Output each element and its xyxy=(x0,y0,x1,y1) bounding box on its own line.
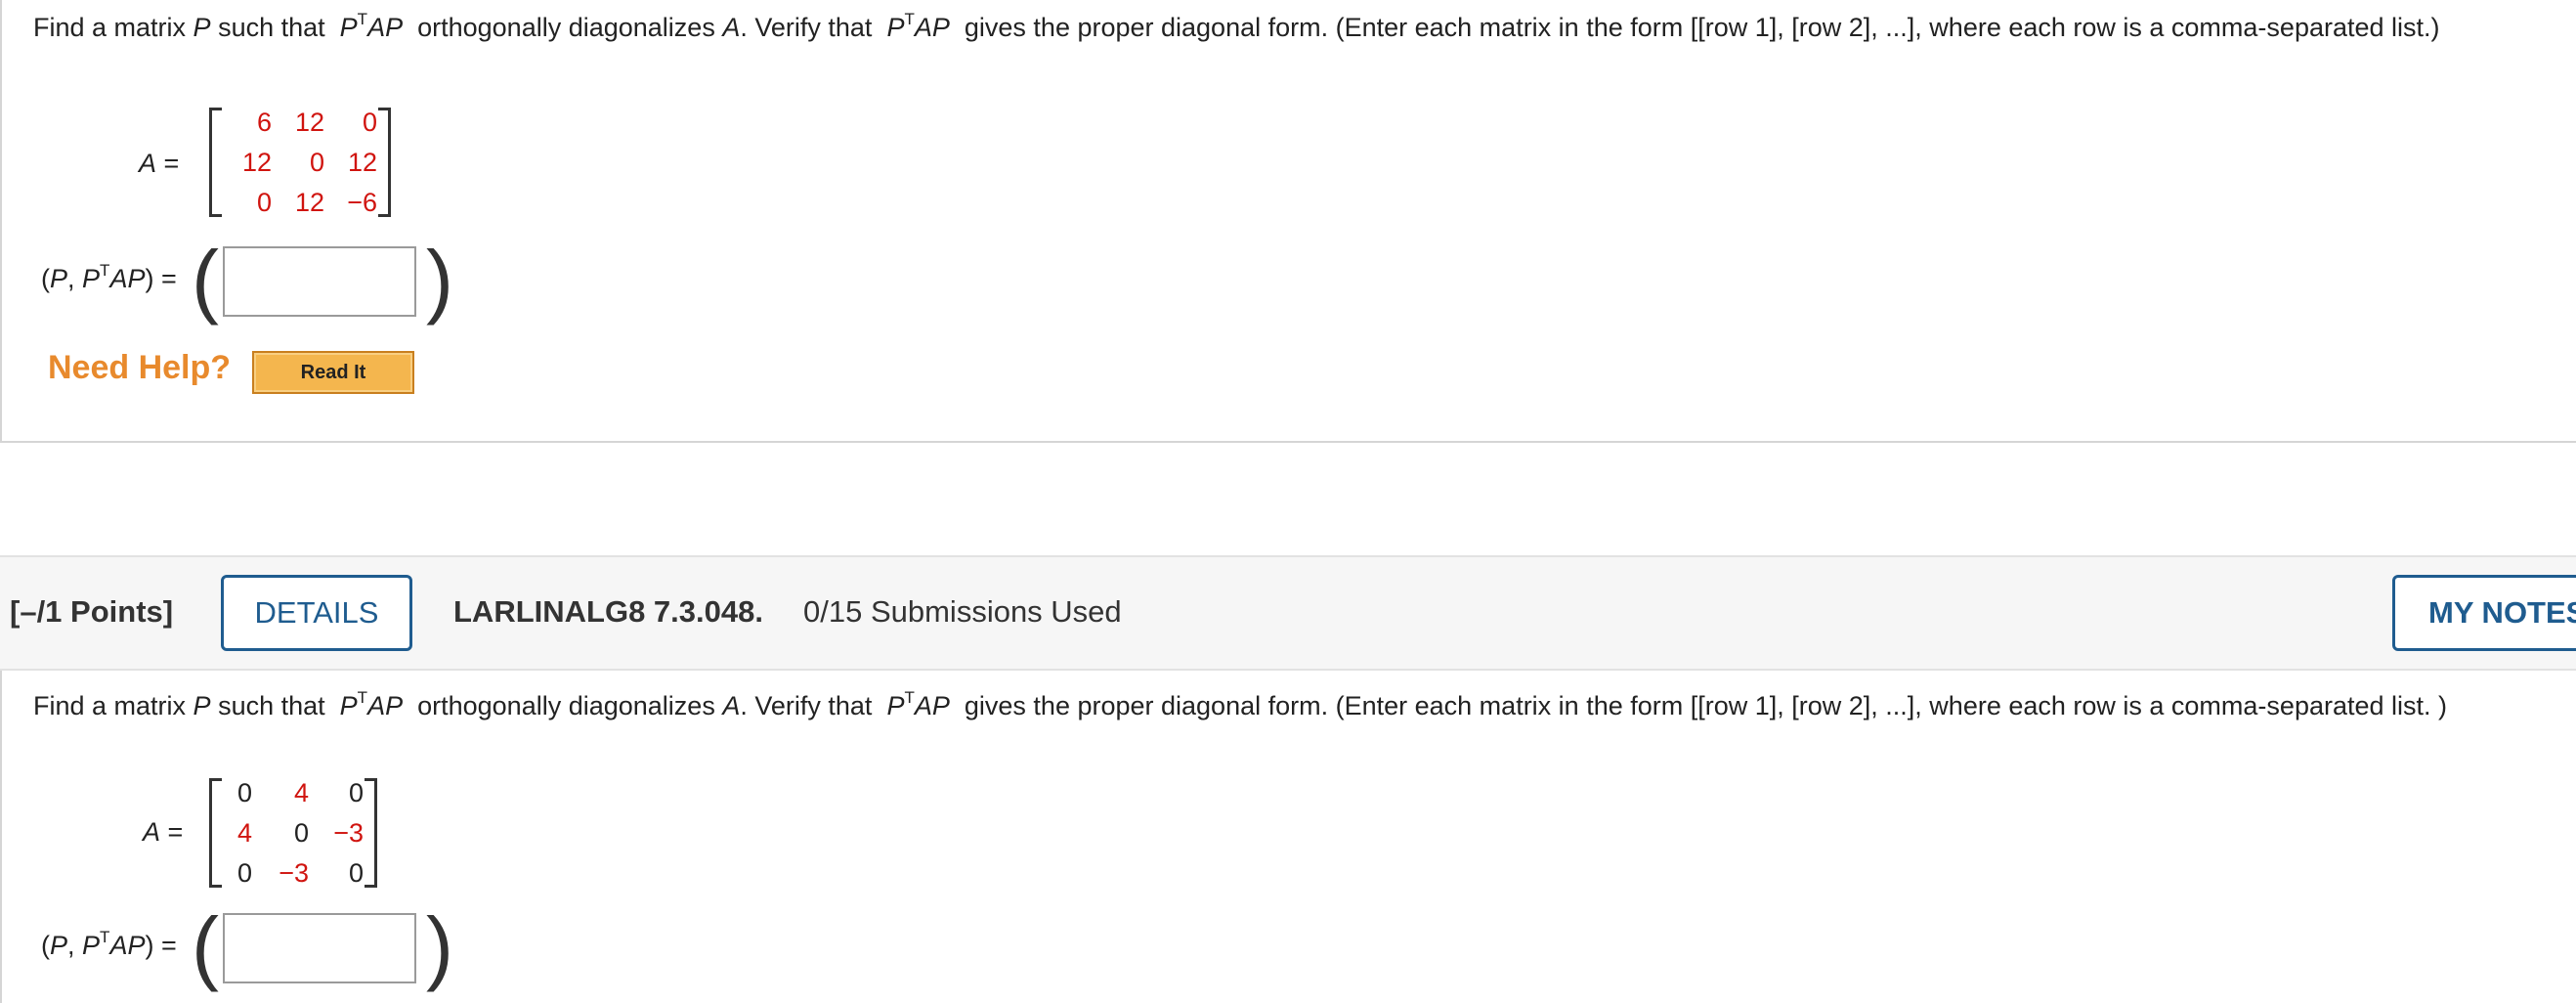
matrix-cell: −6 xyxy=(347,188,377,217)
matrix-a: 0 4 0 4 0 −3 0 −3 0 xyxy=(209,778,377,888)
answer-label: (P, PTAP) = xyxy=(41,261,177,293)
matrix-cell: 12 xyxy=(347,148,377,177)
question-1-prompt: Find a matrix P such that PTAP orthogona… xyxy=(33,10,2440,42)
my-notes-button[interactable]: MY NOTES xyxy=(2392,575,2576,651)
matrix-cell: 4 xyxy=(293,778,309,807)
answer-input[interactable] xyxy=(223,246,416,317)
question-1-panel: Find a matrix P such that PTAP orthogona… xyxy=(0,0,2576,443)
matrix-cell: 0 xyxy=(236,858,252,888)
matrix-cell: 12 xyxy=(294,108,324,137)
matrix-cell: 0 xyxy=(348,858,364,888)
matrix-cell: 6 xyxy=(256,108,272,137)
question-2-prompt: Find a matrix P such that PTAP orthogona… xyxy=(33,688,2448,720)
answer-open-paren: ( xyxy=(192,900,219,992)
points-label: [–/1 Points] xyxy=(10,594,174,629)
matrix-cell: 12 xyxy=(294,188,324,217)
answer-input[interactable] xyxy=(223,913,416,983)
matrix-a-label: A = xyxy=(143,817,184,847)
matrix-cell: 0 xyxy=(293,818,309,848)
matrix-cell: −3 xyxy=(333,818,364,848)
answer-close-paren: ) xyxy=(426,900,453,992)
details-button[interactable]: DETAILS xyxy=(221,575,412,651)
matrix-cell: 0 xyxy=(256,188,272,217)
problem-id: LARLINALG8 7.3.048. xyxy=(453,594,763,629)
read-it-button[interactable]: Read It xyxy=(252,351,414,394)
submissions-count: 0/15 Submissions Used xyxy=(803,594,1122,629)
matrix-right-bracket xyxy=(378,108,391,217)
matrix-cell: 4 xyxy=(236,818,252,848)
matrix-left-bracket xyxy=(209,108,222,217)
question-2-panel: Find a matrix P such that PTAP orthogona… xyxy=(0,671,2576,1003)
answer-label: (P, PTAP) = xyxy=(41,928,177,960)
matrix-cell: 0 xyxy=(362,108,377,137)
answer-close-paren: ) xyxy=(426,234,453,326)
matrix-a-label: A = xyxy=(139,149,180,178)
matrix-cell: 0 xyxy=(309,148,324,177)
matrix-a: 6 12 0 12 0 12 0 12 −6 xyxy=(209,108,391,217)
matrix-right-bracket xyxy=(365,778,377,888)
matrix-cell: 0 xyxy=(348,778,364,807)
question-2-header: [–/1 Points] DETAILS LARLINALG8 7.3.048.… xyxy=(0,555,2576,671)
answer-open-paren: ( xyxy=(192,234,219,326)
matrix-cell: −3 xyxy=(279,858,309,888)
need-help-label: Need Help? xyxy=(48,349,232,386)
matrix-cell: 0 xyxy=(236,778,252,807)
matrix-cell: 12 xyxy=(241,148,272,177)
